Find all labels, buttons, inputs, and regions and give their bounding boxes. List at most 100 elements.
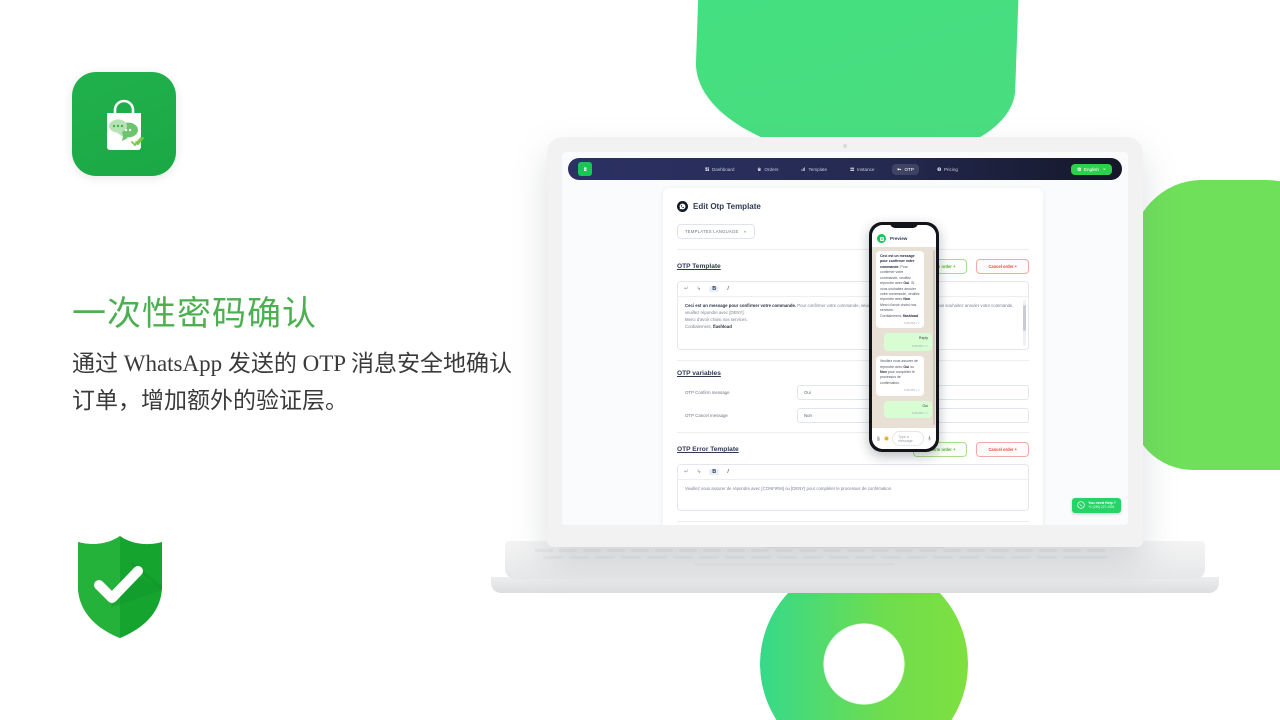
- nav-label: Dashboard: [711, 166, 735, 172]
- divider: [677, 249, 1029, 250]
- undo-icon[interactable]: ↵: [684, 469, 689, 475]
- nav-item-otp[interactable]: OTP: [892, 163, 919, 175]
- msg-text: Reply: [919, 336, 928, 341]
- read-receipt-icon: ✓✓: [915, 321, 921, 326]
- help-widget-text: You need Help ? +1 (249) 227-2904: [1088, 501, 1116, 510]
- nav-item-instance[interactable]: Instance: [845, 164, 879, 175]
- laptop-screen: Dashboard Orders Template Instance OTP P…: [562, 152, 1128, 525]
- whatsapp-avatar-icon: [877, 234, 886, 243]
- card-title-text: Edit Otp Template: [693, 202, 761, 211]
- paperclip-icon[interactable]: [876, 436, 881, 441]
- message-time: 6:26 PM: [912, 411, 923, 415]
- otp-error-template-editor[interactable]: ↵ ↳ B I Veuillez vous assurer de répondr…: [677, 464, 1029, 511]
- chat-scrollbar[interactable]: [933, 250, 935, 425]
- chat-message-incoming: Veuillez vous assurer de répondre avec O…: [876, 356, 925, 396]
- otp-body-bold: Ceci est un message pour confirmer votre…: [685, 303, 797, 308]
- otp-confirm-message-row: OTP Confirm message Oui: [677, 385, 1029, 400]
- otp-cancel-message-label: OTP Cancel message: [685, 413, 728, 418]
- nav-label: Instance: [857, 166, 875, 172]
- otp-template-editor[interactable]: ↵ ↳ B I Ceci est un message pour confirm…: [677, 281, 1029, 350]
- nav-label: Template: [808, 166, 828, 172]
- divider: [677, 432, 1029, 433]
- app-logo: [72, 72, 176, 176]
- cancel-order-chip[interactable]: Cancel order +: [976, 259, 1029, 274]
- msg-line2: Merci d'avoir choisi nos services.: [880, 302, 917, 313]
- chevron-down-icon: [743, 231, 746, 233]
- read-receipt-icon: ✓✓: [923, 343, 928, 348]
- laptop-keyboard: [535, 549, 1175, 571]
- chat-thread[interactable]: Ceci est un message pour confirmer votre…: [872, 247, 936, 428]
- msg-rest3: .: [910, 297, 912, 302]
- message-time: 6:26 PM: [904, 321, 915, 326]
- phone-preview: Preview Ceci est un message pour confirm…: [869, 222, 939, 452]
- divider: [677, 521, 1029, 522]
- card-title-row: Edit Otp Template: [677, 201, 1029, 212]
- scrollbar-thumb[interactable]: [1023, 305, 1026, 331]
- page-subtitle: 通过 WhatsApp 发送的 OTP 消息安全地确认订单，增加额外的验证层。: [72, 350, 512, 413]
- chat-message-incoming: Ceci est un message pour confirmer votre…: [876, 251, 925, 329]
- edit-otp-template-card: Edit Otp Template TEMPLATES LANGUAGE OTP…: [663, 188, 1043, 525]
- otp-template-header: OTP Template Confirm order + Cancel orde…: [677, 259, 1029, 274]
- templates-language-select[interactable]: TEMPLATES LANGUAGE: [677, 224, 755, 239]
- italic-icon[interactable]: I: [727, 469, 729, 475]
- otp-error-template-header: OTP Error Template Confirm order + Cance…: [677, 442, 1029, 457]
- chat-message-outgoing: Reply 6:26 PM ✓✓: [883, 333, 932, 352]
- help-phone: +1 (249) 227-2904: [1088, 505, 1115, 510]
- redo-icon[interactable]: ↳: [697, 469, 702, 475]
- message-time: 6:26 PM: [904, 388, 915, 393]
- language-label: English: [1083, 166, 1099, 172]
- divider: [677, 360, 1029, 361]
- preview-header: Preview: [872, 225, 936, 247]
- laptop-base-lip: [491, 577, 1219, 593]
- preview-title: Preview: [890, 236, 908, 241]
- dashboard-icon: [705, 167, 710, 171]
- cancel-order-chip[interactable]: Cancel order +: [976, 442, 1029, 457]
- app-navbar: Dashboard Orders Template Instance OTP P…: [568, 158, 1122, 180]
- phone-notch: [890, 222, 918, 228]
- section-title-otp-template: OTP Template: [677, 263, 721, 270]
- undo-icon[interactable]: ↵: [684, 286, 689, 292]
- language-button[interactable]: English: [1070, 163, 1112, 175]
- laptop-mockup: Dashboard Orders Template Instance OTP P…: [491, 137, 1219, 597]
- microphone-icon[interactable]: [927, 436, 932, 441]
- page-title: 一次性密码确认: [72, 296, 317, 333]
- emoji-icon[interactable]: [884, 436, 889, 441]
- redo-icon[interactable]: ↳: [697, 286, 702, 292]
- bold-icon[interactable]: B: [709, 469, 720, 475]
- otp-confirm-message-label: OTP Confirm message: [685, 390, 730, 395]
- shield-badge: [70, 530, 170, 647]
- otp-body-line3-bold: flashload: [712, 323, 732, 329]
- otp-body-line3-pre: Cordialement,: [685, 323, 713, 329]
- nav-item-template[interactable]: Template: [796, 164, 832, 175]
- nav-item-dashboard[interactable]: Dashboard: [700, 164, 739, 175]
- bold-icon[interactable]: B: [709, 286, 720, 292]
- message-meta: 6:26 PM ✓✓: [888, 411, 928, 415]
- nav-label: Orders: [764, 166, 779, 172]
- chat-message-outgoing: Oui 6:26 PM ✓✓: [883, 400, 932, 419]
- italic-icon[interactable]: I: [727, 286, 729, 292]
- nav-label: OTP: [904, 166, 914, 172]
- brand-logo-icon[interactable]: [578, 162, 592, 176]
- help-widget[interactable]: You need Help ? +1 (249) 227-2904: [1072, 497, 1121, 513]
- template-icon: [802, 167, 806, 171]
- laptop-lid: Dashboard Orders Template Instance OTP P…: [547, 137, 1143, 547]
- message-meta: 6:26 PM ✓✓: [880, 321, 920, 325]
- msg-line3-pre: Cordialement,: [880, 313, 903, 318]
- otp-error-template-body[interactable]: Veuillez vous assurer de répondre avec […: [678, 480, 1028, 510]
- green-shield-check-icon: [78, 536, 162, 638]
- nav-item-pricing[interactable]: Pricing: [932, 164, 963, 175]
- read-receipt-icon: ✓✓: [923, 411, 928, 415]
- message-meta: 6:26 PM ✓✓: [880, 388, 920, 392]
- webcam-icon: [843, 144, 847, 148]
- editor-toolbar: ↵ ↳ B I: [678, 465, 1028, 480]
- nav-item-orders[interactable]: Orders: [752, 164, 783, 175]
- otp-cancel-message-row: OTP Cancel message Non: [677, 408, 1029, 423]
- hero-text-column: 一次性密码确认 通过 WhatsApp 发送的 OTP 消息安全地确认订单，增加…: [72, 72, 532, 419]
- pricing-icon: [937, 167, 942, 171]
- instance-icon: [850, 167, 855, 171]
- message-input[interactable]: Type a message: [892, 431, 924, 446]
- otp-key-icon: [897, 168, 902, 170]
- msg-line3-bold: flashload: [902, 313, 919, 318]
- msg-inline-bold-2: Non: [880, 369, 887, 374]
- otp-template-body[interactable]: Ceci est un message pour confirmer votre…: [678, 297, 1028, 349]
